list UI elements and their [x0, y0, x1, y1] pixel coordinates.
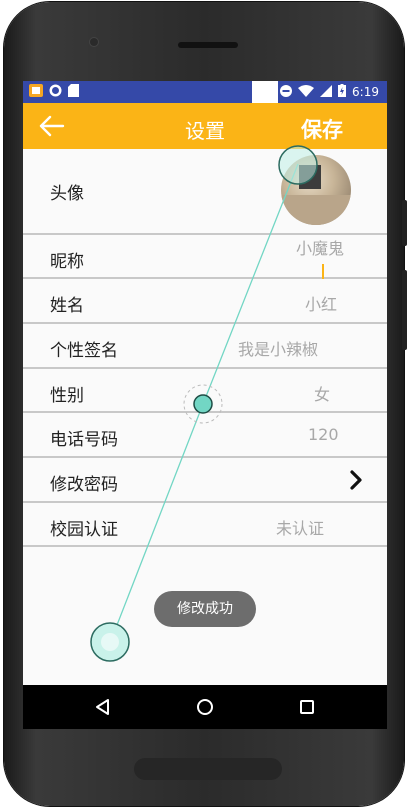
status-time: 6:19: [352, 85, 379, 99]
phone-value[interactable]: 120: [308, 425, 339, 444]
bottom-speaker: [134, 758, 282, 780]
earpiece-speaker: [178, 42, 238, 48]
chevron-right-icon[interactable]: [348, 470, 364, 490]
name-label: 姓名: [50, 296, 84, 316]
signal-icon: [320, 84, 333, 100]
avatar-photo-window: [299, 165, 321, 189]
sd-card-icon: [68, 84, 79, 100]
status-bar-white-block: [252, 81, 278, 103]
system-nav-bar: [23, 685, 387, 729]
list-item-phone[interactable]: 电话号码 120: [23, 413, 387, 458]
gender-label: 性别: [50, 386, 84, 406]
front-camera: [90, 38, 98, 46]
campus-verification-value[interactable]: 未认证: [276, 515, 324, 539]
nickname-label: 昵称: [50, 252, 84, 272]
campus-verification-label: 校园认证: [50, 520, 118, 540]
power-button: [402, 270, 407, 350]
list-item-campus-verification[interactable]: 校园认证 未认证: [23, 503, 387, 547]
settings-list: 头像 昵称 小魔鬼 姓名 小红 个性签名 我是小辣椒 性别 女 电话号码 120: [23, 149, 387, 547]
list-item-change-password[interactable]: 修改密码: [23, 458, 387, 503]
list-item-signature[interactable]: 个性签名 我是小辣椒: [23, 324, 387, 369]
recents-square-icon[interactable]: [297, 697, 317, 717]
list-item-gender[interactable]: 性别 女: [23, 369, 387, 413]
phone-label: 电话号码: [50, 430, 118, 450]
home-circle-icon[interactable]: [195, 697, 215, 717]
list-item-nickname[interactable]: 昵称 小魔鬼: [23, 235, 387, 282]
name-value[interactable]: 小红: [305, 291, 337, 315]
gender-value[interactable]: 女: [314, 381, 330, 405]
volume-button: [402, 200, 407, 246]
avatar-photo-wall: [281, 195, 351, 225]
change-password-label: 修改密码: [50, 475, 118, 495]
back-triangle-icon[interactable]: [93, 697, 113, 717]
signature-value[interactable]: 我是小辣椒: [238, 336, 318, 360]
status-bar: 6:19: [23, 81, 387, 103]
screen: 6:19 设置 保存 头像 昵称 小魔鬼 姓名 小红 个性签名 我是小辣椒 性别…: [23, 81, 387, 729]
avatar-label: 头像: [50, 184, 84, 204]
avatar-row[interactable]: 头像: [23, 149, 387, 235]
save-button[interactable]: 保存: [301, 114, 343, 144]
app-notification-icon: [29, 84, 43, 100]
toast-message: 修改成功: [154, 591, 256, 627]
list-item-name[interactable]: 姓名 小红: [23, 279, 387, 324]
do-not-disturb-icon: [280, 84, 293, 100]
battery-charging-icon: [338, 84, 347, 100]
circle-notification-icon: [49, 84, 62, 100]
signature-label: 个性签名: [50, 341, 118, 361]
avatar[interactable]: [281, 155, 351, 225]
nickname-value[interactable]: 小魔鬼: [296, 235, 344, 259]
app-bar: 设置 保存: [23, 103, 387, 149]
wifi-icon: [298, 84, 315, 100]
